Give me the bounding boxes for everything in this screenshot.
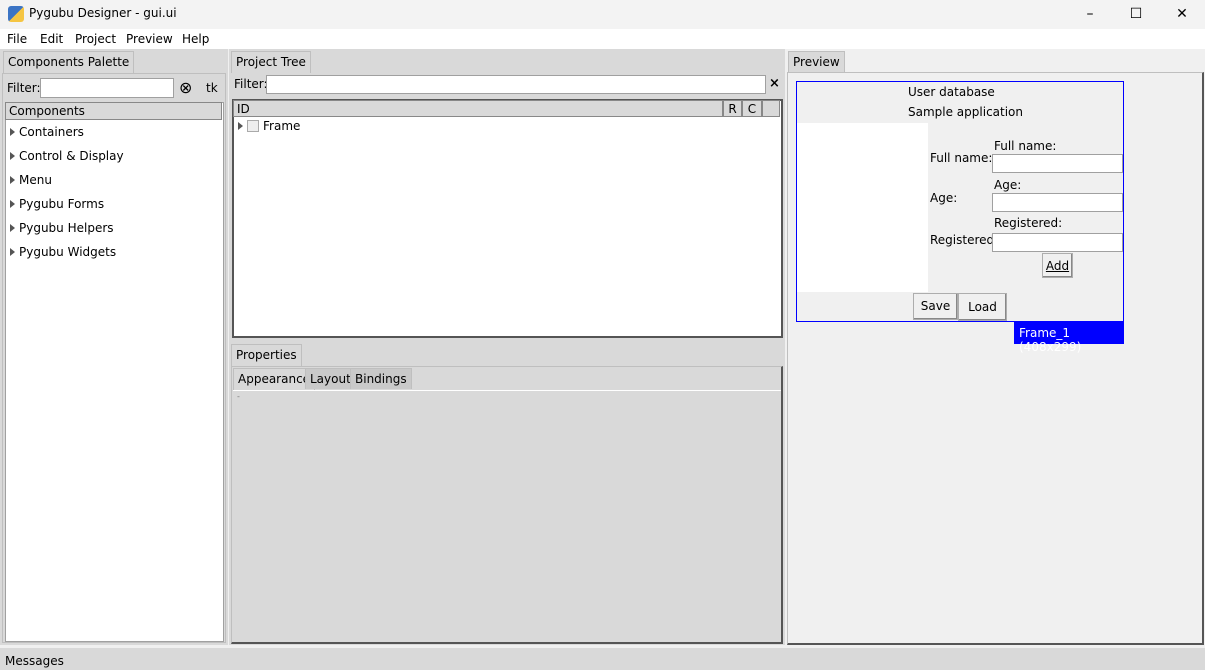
label-fullname: Full name: xyxy=(930,151,993,165)
tab-layout[interactable]: Layout xyxy=(305,368,356,389)
top-label-registered: Registered: xyxy=(994,216,1063,230)
menu-project[interactable]: Project xyxy=(75,32,116,46)
expand-icon xyxy=(10,128,15,136)
item-label: Control & Display xyxy=(19,149,124,163)
expand-icon xyxy=(10,200,15,208)
expand-icon xyxy=(10,224,15,232)
item-label: Pygubu Helpers xyxy=(19,221,114,235)
item-label: Pygubu Widgets xyxy=(19,245,117,259)
label-age: Age: xyxy=(930,191,958,205)
menu-bar xyxy=(0,29,1205,49)
palette-filter-label: Filter: xyxy=(7,81,41,95)
title-bar xyxy=(0,0,1205,29)
tree-row-frame[interactable]: Frame xyxy=(238,119,300,133)
item-label: Menu xyxy=(19,173,52,187)
expand-icon xyxy=(10,152,15,160)
menu-file[interactable]: File xyxy=(7,32,27,46)
tab-bindings[interactable]: Bindings xyxy=(350,368,412,389)
menu-preview[interactable]: Preview xyxy=(126,32,173,46)
palette-item-pygubu-helpers[interactable]: Pygubu Helpers xyxy=(10,221,114,235)
maximize-button[interactable]: ☐ xyxy=(1113,0,1159,29)
column-id[interactable]: ID xyxy=(233,100,723,117)
properties-body xyxy=(231,366,783,644)
palette-item-pygubu-forms[interactable]: Pygubu Forms xyxy=(10,197,104,211)
subtab-divider xyxy=(233,390,781,391)
column-r[interactable]: R xyxy=(723,100,742,117)
row-label: Frame xyxy=(263,119,301,133)
item-label: Containers xyxy=(19,125,84,139)
tk-button[interactable]: tk xyxy=(206,81,218,95)
frame-icon xyxy=(247,120,259,132)
palette-item-pygubu-widgets[interactable]: Pygubu Widgets xyxy=(10,245,116,259)
tab-project-tree[interactable]: Project Tree xyxy=(231,51,311,73)
tab-properties[interactable]: Properties xyxy=(231,344,302,366)
save-button[interactable]: Save xyxy=(913,293,958,320)
clear-filter-icon[interactable]: ⊗ xyxy=(179,78,192,97)
palette-item-control-display[interactable]: Control & Display xyxy=(10,149,124,163)
messages-bar xyxy=(0,648,1205,670)
tab-components-palette[interactable]: Components Palette xyxy=(3,51,135,73)
expand-icon xyxy=(10,248,15,256)
palette-filter-input[interactable] xyxy=(40,78,174,98)
column-c[interactable]: C xyxy=(742,100,762,117)
properties-content: - xyxy=(237,392,240,401)
tab-appearance[interactable]: Appearance xyxy=(233,368,316,390)
palette-item-containers[interactable]: Containers xyxy=(10,125,84,139)
label-registered: Registered: xyxy=(930,233,999,247)
menu-help[interactable]: Help xyxy=(182,32,209,46)
messages-label[interactable]: Messages xyxy=(5,654,64,668)
minimize-button[interactable]: – xyxy=(1067,0,1113,29)
age-input[interactable] xyxy=(992,193,1123,212)
close-button[interactable]: ✕ xyxy=(1159,0,1205,29)
item-label: Pygubu Forms xyxy=(19,197,105,211)
column-spacer xyxy=(762,100,780,117)
fullname-input[interactable] xyxy=(992,154,1123,173)
expand-icon xyxy=(238,122,243,130)
tree-filter-clear-icon[interactable]: × xyxy=(769,76,780,91)
preview-subtitle: Sample application xyxy=(908,105,1024,119)
frame-size-label: Frame_1 (408x299) xyxy=(1014,322,1124,354)
top-label-age: Age: xyxy=(994,178,1022,192)
preview-title: User database xyxy=(908,85,995,99)
load-button[interactable]: Load xyxy=(958,293,1007,321)
menu-edit[interactable]: Edit xyxy=(40,32,63,46)
expand-icon xyxy=(10,176,15,184)
tree-filter-input[interactable] xyxy=(266,75,766,94)
palette-item-menu[interactable]: Menu xyxy=(10,173,52,187)
app-icon xyxy=(8,6,24,22)
preview-listbox[interactable] xyxy=(797,123,928,292)
top-label-fullname: Full name: xyxy=(994,139,1057,153)
window-title: Pygubu Designer - gui.ui xyxy=(29,6,177,20)
add-button[interactable]: Add xyxy=(1042,253,1073,278)
tab-preview[interactable]: Preview xyxy=(788,51,845,73)
registered-input[interactable] xyxy=(992,233,1123,252)
tree-filter-label: Filter: xyxy=(234,77,268,91)
components-header[interactable]: Components xyxy=(5,102,222,120)
project-tree xyxy=(232,99,783,338)
